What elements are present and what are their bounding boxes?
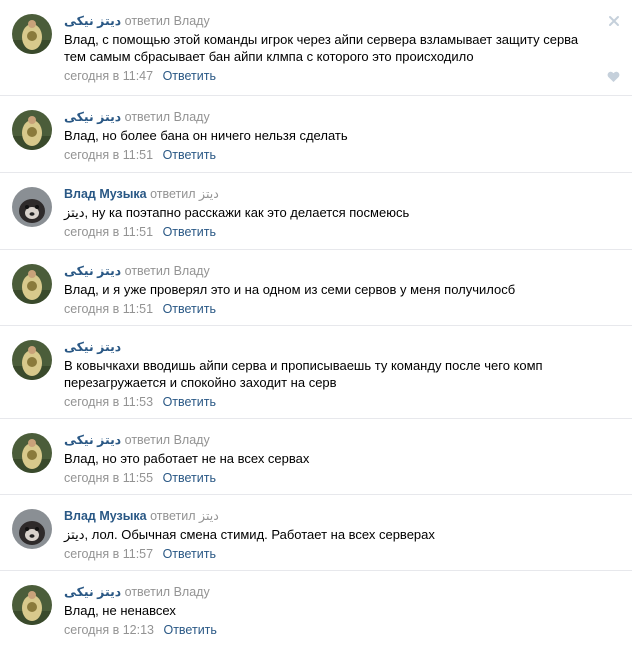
avatar[interactable] bbox=[12, 585, 52, 625]
avatar[interactable] bbox=[12, 14, 52, 54]
avatar[interactable] bbox=[12, 187, 52, 227]
comment-item: Влад Музыка ответил ديتز ديتز, ну ка поэ… bbox=[0, 173, 632, 250]
avatar[interactable] bbox=[12, 433, 52, 473]
avatar[interactable] bbox=[12, 509, 52, 549]
comment-author-link[interactable]: ديتز نيكى bbox=[64, 433, 121, 447]
comment-author-link[interactable]: ديتز نيكى bbox=[64, 340, 121, 354]
replied-to-label: ответил bbox=[150, 187, 196, 201]
comment-text: Влад, но это работает не на всех сервах bbox=[64, 451, 310, 466]
comment-text: Влад, но более бана он ничего нельзя сде… bbox=[64, 128, 348, 143]
comment-text: Влад, и я уже проверял это и на одном из… bbox=[64, 282, 516, 297]
reply-button[interactable]: Ответить bbox=[163, 225, 216, 239]
avatar[interactable] bbox=[12, 264, 52, 304]
reply-target-link[interactable]: Владу bbox=[174, 110, 210, 124]
heart-icon[interactable] bbox=[607, 70, 620, 82]
close-icon[interactable] bbox=[608, 14, 620, 26]
comment-item: ديتز نيكى ответил Владу Влад, с помощью … bbox=[0, 0, 632, 96]
reply-target-link[interactable]: ديتز bbox=[199, 187, 219, 201]
comment-author-link[interactable]: Влад Музыка bbox=[64, 187, 147, 201]
comment-item: Влад Музыка ответил ديتز ديتز, лол. Обыч… bbox=[0, 495, 632, 571]
avatar[interactable] bbox=[12, 110, 52, 150]
comment-author-link[interactable]: ديتز نيكى bbox=[64, 264, 121, 278]
replied-to-label: ответил bbox=[124, 14, 171, 28]
comment-item: ديتز نيكى ответил Владу Влад, и я уже пр… bbox=[0, 250, 632, 326]
replied-to-label: ответил bbox=[124, 433, 171, 447]
reply-target-link[interactable]: Владу bbox=[174, 264, 210, 278]
avatar[interactable] bbox=[12, 340, 52, 380]
reply-button[interactable]: Ответить bbox=[163, 471, 216, 485]
comment-text: Влад, не ненавсех bbox=[64, 603, 176, 618]
reply-button[interactable]: Ответить bbox=[163, 148, 216, 162]
comment-timestamp[interactable]: сегодня в 11:53 bbox=[64, 395, 153, 409]
comment-item: ديتز نيكى ответил Владу Влад, не ненавсе… bbox=[0, 571, 632, 649]
comment-timestamp[interactable]: сегодня в 12:13 bbox=[64, 623, 154, 637]
reply-button[interactable]: Ответить bbox=[163, 302, 216, 316]
comment-timestamp[interactable]: сегодня в 11:51 bbox=[64, 225, 153, 239]
comment-author-link[interactable]: ديتز نيكى bbox=[64, 110, 121, 124]
reply-target-link[interactable]: ديتز bbox=[199, 509, 219, 523]
comment-author-link[interactable]: Влад Музыка bbox=[64, 509, 147, 523]
comment-item: ديتز نيكى В ковычкахи вводишь айпи серва… bbox=[0, 326, 632, 419]
reply-button[interactable]: Ответить bbox=[163, 69, 216, 83]
comment-thread: ديتز نيكى ответил Владу Влад, с помощью … bbox=[0, 0, 632, 649]
reply-target-link[interactable]: Владу bbox=[174, 14, 210, 28]
reply-target-link[interactable]: Владу bbox=[174, 585, 210, 599]
replied-to-label: ответил bbox=[124, 585, 171, 599]
comment-text: ديتز, лол. Обычная смена стимид. Работае… bbox=[64, 527, 435, 542]
replied-to-label: ответил bbox=[124, 264, 171, 278]
comment-timestamp[interactable]: сегодня в 11:51 bbox=[64, 302, 153, 316]
comment-text: ديتز, ну ка поэтапно расскажи как это де… bbox=[64, 205, 410, 220]
comment-text: Влад, с помощью этой команды игрок через… bbox=[64, 32, 579, 64]
replied-to-label: ответил bbox=[150, 509, 196, 523]
comment-timestamp[interactable]: сегодня в 11:55 bbox=[64, 471, 153, 485]
comment-timestamp[interactable]: сегодня в 11:51 bbox=[64, 148, 153, 162]
replied-to-label: ответил bbox=[124, 110, 171, 124]
comment-timestamp[interactable]: сегодня в 11:57 bbox=[64, 547, 153, 561]
reply-target-link[interactable]: Владу bbox=[174, 433, 210, 447]
reply-button[interactable]: Ответить bbox=[163, 547, 216, 561]
comment-author-link[interactable]: ديتز نيكى bbox=[64, 585, 121, 599]
comment-item: ديتز نيكى ответил Владу Влад, но это раб… bbox=[0, 419, 632, 495]
reply-button[interactable]: Ответить bbox=[163, 623, 216, 637]
comment-item: ديتز نيكى ответил Владу Влад, но более б… bbox=[0, 96, 632, 173]
comment-timestamp[interactable]: сегодня в 11:47 bbox=[64, 69, 153, 83]
comment-text: В ковычкахи вводишь айпи серва и прописы… bbox=[64, 358, 543, 390]
comment-author-link[interactable]: ديتز نيكى bbox=[64, 14, 121, 28]
reply-button[interactable]: Ответить bbox=[163, 395, 216, 409]
